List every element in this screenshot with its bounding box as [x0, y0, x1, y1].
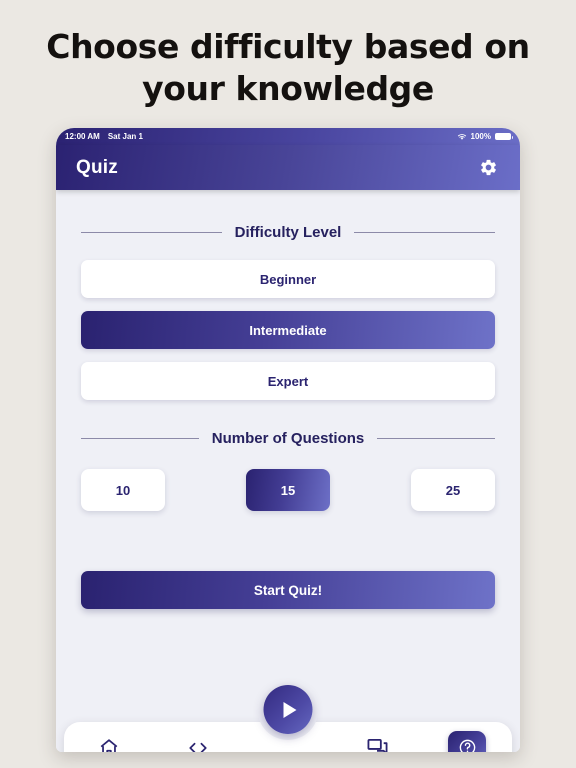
- difficulty-options: Beginner Intermediate Expert: [81, 260, 495, 400]
- option-label: Beginner: [259, 271, 317, 287]
- help-button[interactable]: [448, 731, 487, 752]
- option-label: 15: [280, 482, 296, 498]
- help-icon: [458, 738, 477, 752]
- option-label: 25: [445, 482, 461, 498]
- questions-section-title: Number of Questions: [211, 430, 365, 447]
- status-date: Sat Jan 1: [107, 132, 143, 141]
- nav-code[interactable]: [154, 738, 244, 752]
- divider-right: [377, 438, 496, 439]
- status-bar-right: 100%: [457, 132, 513, 141]
- difficulty-option-expert[interactable]: Expert: [81, 362, 495, 400]
- option-label: Intermediate: [249, 322, 327, 338]
- device-frame: 12:00 AM Sat Jan 1 100% Quiz Difficulty …: [56, 128, 520, 752]
- status-time: 12:00 AM: [65, 132, 100, 141]
- nav-home[interactable]: [64, 737, 154, 752]
- difficulty-section-title: Difficulty Level: [234, 224, 342, 241]
- option-label: 10: [115, 482, 131, 498]
- screen-content: Difficulty Level Beginner Intermediate E…: [56, 224, 520, 752]
- option-label: Expert: [267, 373, 309, 389]
- difficulty-option-intermediate[interactable]: Intermediate: [81, 311, 495, 349]
- battery-percent: 100%: [470, 132, 491, 141]
- divider-left: [81, 232, 222, 233]
- status-bar: 12:00 AM Sat Jan 1 100%: [56, 128, 520, 145]
- home-icon: [98, 737, 120, 752]
- nav-help[interactable]: [422, 731, 512, 752]
- wifi-icon: [457, 133, 467, 141]
- status-bar-left: 12:00 AM Sat Jan 1: [65, 132, 143, 141]
- start-quiz-label: Start Quiz!: [253, 582, 323, 598]
- battery-icon: [495, 133, 513, 140]
- questions-section-header: Number of Questions: [81, 430, 496, 447]
- question-count-10[interactable]: 10: [81, 469, 165, 511]
- divider-left: [81, 438, 199, 439]
- difficulty-section-header: Difficulty Level: [81, 224, 496, 241]
- app-bar: Quiz: [56, 145, 520, 190]
- app-title: Quiz: [76, 156, 118, 178]
- question-count-options: 10 15 25: [81, 469, 495, 511]
- question-count-15[interactable]: 15: [246, 469, 330, 511]
- page-title: Choose difficulty based on your knowledg…: [46, 27, 530, 108]
- play-icon: [283, 701, 297, 718]
- question-count-25[interactable]: 25: [411, 469, 495, 511]
- difficulty-option-beginner[interactable]: Beginner: [81, 260, 495, 298]
- gear-icon[interactable]: [476, 156, 500, 180]
- nav-chat[interactable]: [333, 737, 423, 752]
- play-fab-button[interactable]: [263, 685, 313, 734]
- divider-right: [354, 232, 496, 233]
- chat-icon: [366, 737, 389, 752]
- code-icon: [186, 738, 210, 752]
- start-quiz-button[interactable]: Start Quiz!: [81, 571, 495, 609]
